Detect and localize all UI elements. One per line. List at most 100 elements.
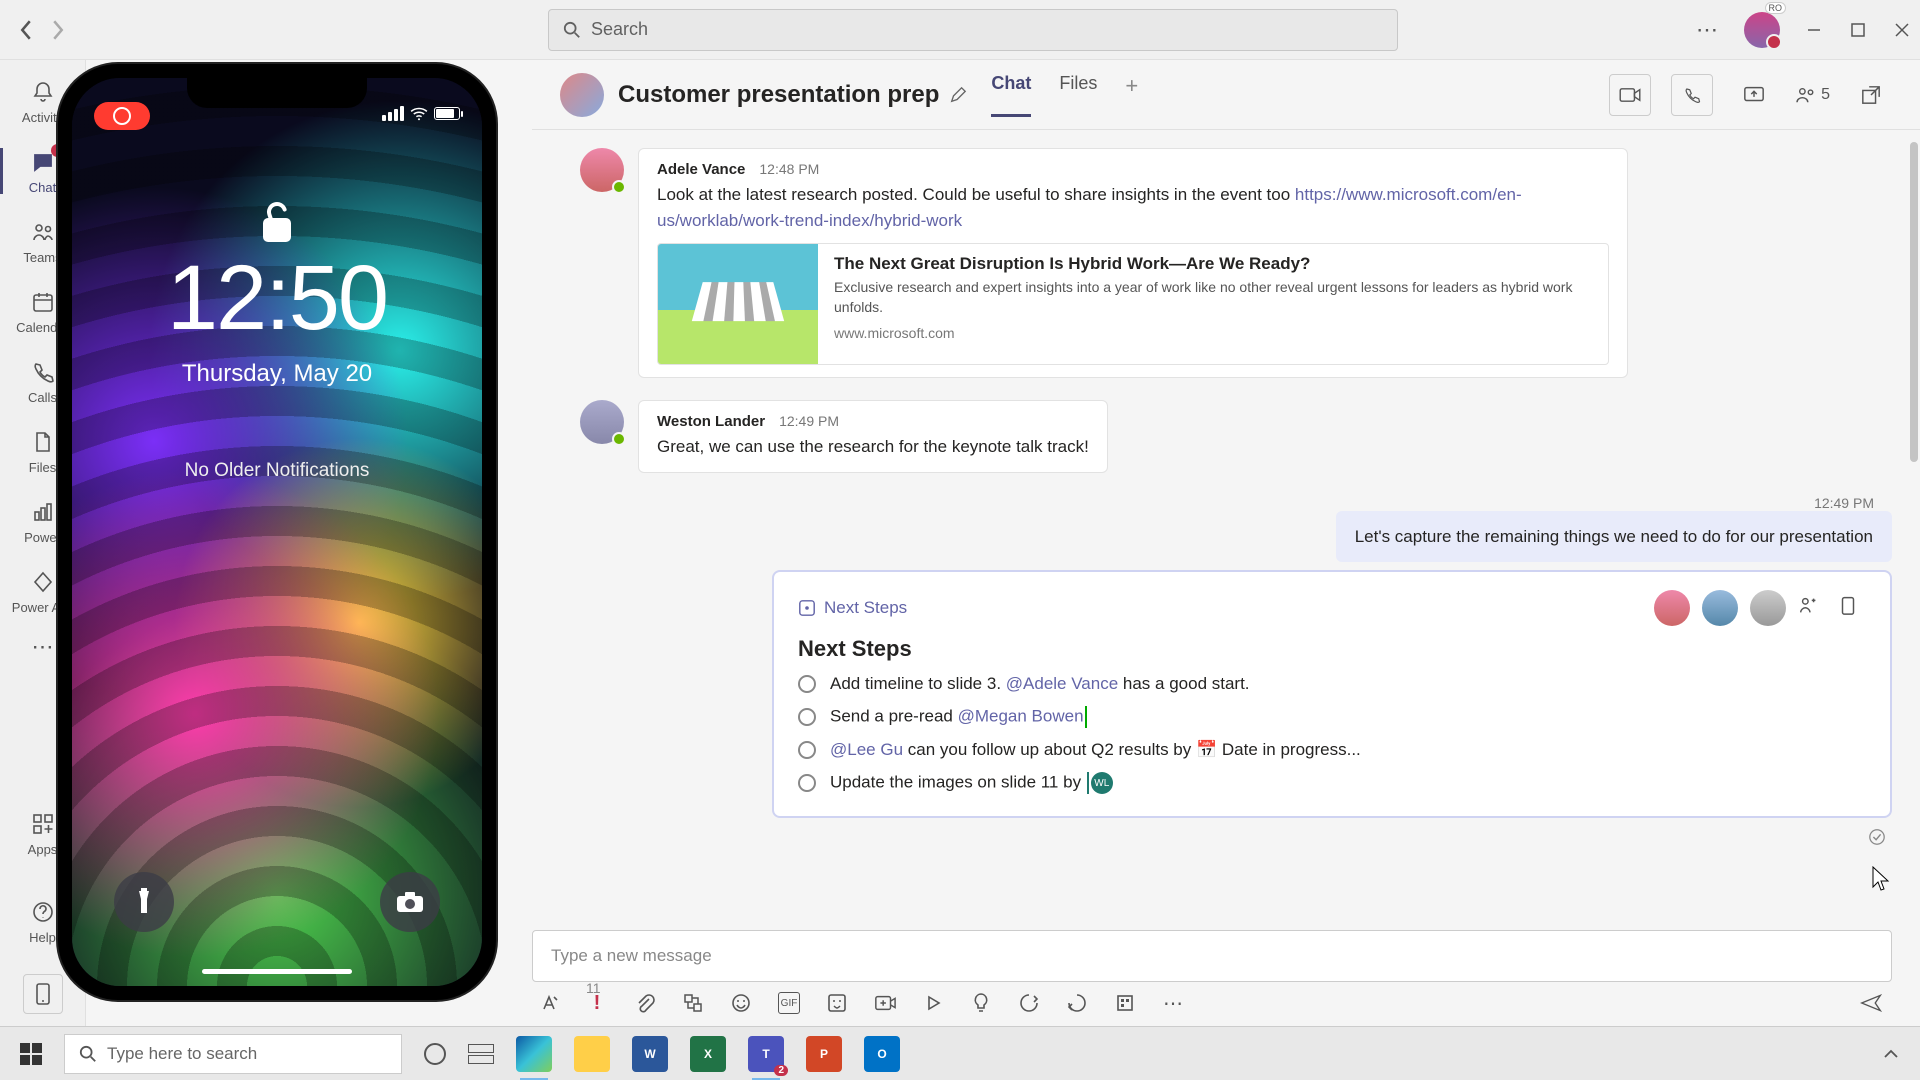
viva-insights-button[interactable] <box>970 992 992 1014</box>
windows-logo-icon <box>20 1043 42 1065</box>
participants-button[interactable]: 5 <box>1795 86 1830 104</box>
flashlight-button[interactable] <box>114 872 174 932</box>
approvals-button[interactable] <box>1018 992 1040 1014</box>
stream-button[interactable] <box>922 992 944 1014</box>
sender-avatar[interactable] <box>580 400 624 444</box>
loop-task-list[interactable]: Add timeline to slide 3. @Adele Vance ha… <box>798 674 1866 794</box>
settings-more-icon[interactable]: ⋯ <box>1696 17 1720 43</box>
phone-device-overlay: 12:50 Thursday, May 20 No Older Notifica… <box>58 64 496 1000</box>
attach-button[interactable] <box>634 992 656 1014</box>
message-input[interactable]: Type a new message <box>532 930 1892 982</box>
mention[interactable]: @Lee Gu <box>830 740 903 759</box>
video-call-button[interactable] <box>1609 74 1651 116</box>
loop-task-item[interactable]: Update the images on slide 11 by WL <box>798 772 1866 794</box>
screen-recording-indicator[interactable] <box>94 102 150 130</box>
loop-share-button[interactable] <box>1798 594 1826 622</box>
loop-collaborator-avatar[interactable] <box>1654 590 1690 626</box>
mention[interactable]: @Adele Vance <box>1006 674 1118 693</box>
rail-mobile-button[interactable] <box>23 974 63 1014</box>
compose-more-button[interactable]: ⋯ <box>1162 992 1184 1014</box>
loop-task-item[interactable]: @Lee Gu can you follow up about Q2 resul… <box>798 740 1866 760</box>
scrollbar[interactable] <box>1910 132 1918 914</box>
loop-copy-button[interactable] <box>1838 594 1866 622</box>
lockscreen-date: Thursday, May 20 <box>72 360 482 388</box>
windows-taskbar: Type here to search W X T2 P O <box>0 1026 1920 1080</box>
link-preview-description: Exclusive research and expert insights i… <box>834 278 1592 317</box>
taskbar-app-outlook[interactable]: O <box>864 1036 900 1072</box>
loop-component[interactable]: Next Steps Next Steps Add timeline to sl <box>772 570 1892 818</box>
collaborator-cursor-badge: WL <box>1091 772 1113 794</box>
sender-avatar[interactable] <box>580 148 624 192</box>
nav-back-button[interactable] <box>16 20 36 40</box>
audio-call-button[interactable] <box>1671 74 1713 116</box>
format-button[interactable] <box>538 992 560 1014</box>
power-bi-icon <box>29 498 57 526</box>
current-user-avatar[interactable]: RO <box>1744 12 1780 48</box>
teams-taskbar-badge: 2 <box>774 1065 788 1076</box>
send-button[interactable] <box>1860 992 1882 1014</box>
start-button[interactable] <box>0 1027 62 1080</box>
rail-label: Power <box>24 530 61 545</box>
taskbar-search-input[interactable]: Type here to search <box>64 1034 402 1074</box>
message-sent-indicator <box>580 828 1886 846</box>
loop-breadcrumb[interactable]: Next Steps <box>798 598 907 618</box>
nav-forward-button[interactable] <box>48 20 68 40</box>
schedule-meeting-button[interactable] <box>874 992 896 1014</box>
taskbar-app-powerpoint[interactable]: P <box>806 1036 842 1072</box>
popout-chat-button[interactable] <box>1850 74 1892 116</box>
taskbar-app-excel[interactable]: X <box>690 1036 726 1072</box>
tab-chat[interactable]: Chat <box>991 73 1031 117</box>
lockscreen-time: 12:50 <box>72 246 482 351</box>
help-icon <box>29 898 57 926</box>
taskbar-app-teams[interactable]: T2 <box>748 1036 784 1072</box>
loop-title[interactable]: Next Steps <box>798 636 1866 662</box>
edit-chat-title-button[interactable] <box>949 86 967 104</box>
window-close-button[interactable] <box>1892 20 1912 40</box>
task-checkbox[interactable] <box>798 774 816 792</box>
loop-collaborator-avatar[interactable] <box>1702 590 1738 626</box>
rail-label: Apps <box>28 842 58 857</box>
task-checkbox[interactable] <box>798 675 816 693</box>
mention[interactable]: @Megan Bowen <box>958 706 1084 725</box>
rail-label: Chat <box>29 180 56 195</box>
praise-button[interactable] <box>1066 992 1088 1014</box>
message-body: Great, we can use the research for the k… <box>657 434 1089 460</box>
global-search-input[interactable]: Search <box>548 9 1398 51</box>
files-icon <box>29 428 57 456</box>
cortana-button[interactable] <box>424 1043 446 1065</box>
loop-task-item[interactable]: Send a pre-read @Megan Bowen <box>798 706 1866 728</box>
chat-title: Customer presentation prep <box>618 81 939 109</box>
share-screen-button[interactable] <box>1733 74 1775 116</box>
task-view-button[interactable] <box>468 1044 494 1064</box>
add-tab-button[interactable]: + <box>1125 73 1138 117</box>
mobile-icon <box>35 982 51 1006</box>
message-body: Look at the latest research posted. Coul… <box>657 182 1609 233</box>
window-maximize-button[interactable] <box>1848 20 1868 40</box>
title-bar: Search ⋯ RO <box>0 0 1920 60</box>
loop-insert-button[interactable] <box>682 992 704 1014</box>
gif-button[interactable]: GIF <box>778 992 800 1014</box>
more-extensions-button[interactable] <box>1114 992 1136 1014</box>
task-checkbox[interactable] <box>798 708 816 726</box>
phone-status-bar <box>382 106 460 121</box>
tab-files[interactable]: Files <box>1059 73 1097 117</box>
window-minimize-button[interactable] <box>1804 20 1824 40</box>
message-list: Adele Vance 12:48 PM Look at the latest … <box>532 130 1920 916</box>
group-chat-avatar[interactable] <box>560 73 604 117</box>
taskbar-app-word[interactable]: W <box>632 1036 668 1072</box>
loop-collaborator-avatar[interactable] <box>1750 590 1786 626</box>
scrollbar-thumb[interactable] <box>1910 142 1918 462</box>
loop-task-item[interactable]: Add timeline to slide 3. @Adele Vance ha… <box>798 674 1866 694</box>
bell-icon <box>29 78 57 106</box>
sticker-button[interactable] <box>826 992 848 1014</box>
link-preview-card[interactable]: The Next Great Disruption Is Hybrid Work… <box>657 243 1609 365</box>
emoji-button[interactable] <box>730 992 752 1014</box>
task-checkbox[interactable] <box>798 741 816 759</box>
taskbar-app-file-explorer[interactable] <box>574 1036 610 1072</box>
taskbar-chevron-up[interactable] <box>1878 1041 1904 1067</box>
home-indicator[interactable] <box>202 969 352 974</box>
taskbar-app-edge[interactable] <box>516 1036 552 1072</box>
chevron-up-icon <box>1883 1049 1899 1059</box>
camera-button[interactable] <box>380 872 440 932</box>
rail-more-apps-button[interactable]: ⋯ <box>32 634 54 660</box>
